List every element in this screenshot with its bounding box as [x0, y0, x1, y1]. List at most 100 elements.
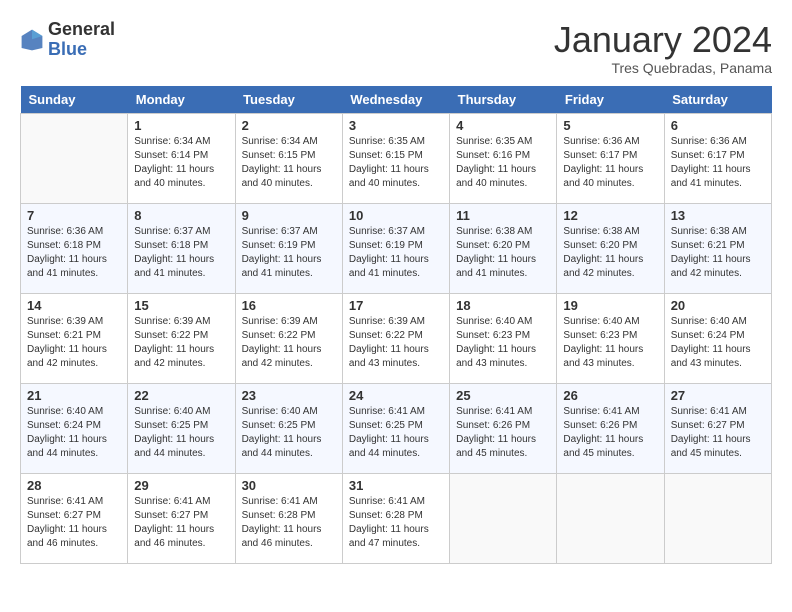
calendar-cell: 13 Sunrise: 6:38 AMSunset: 6:21 PMDayligh… — [664, 203, 771, 293]
logo-icon — [20, 28, 44, 52]
day-info: Sunrise: 6:40 AMSunset: 6:23 PMDaylight:… — [456, 315, 550, 371]
day-number: 13 — [671, 208, 765, 223]
day-info: Sunrise: 6:36 AMSunset: 6:17 PMDaylight:… — [563, 135, 657, 191]
weekday-header-monday: Monday — [128, 86, 235, 114]
calendar-cell: 8 Sunrise: 6:37 AMSunset: 6:18 PMDaylight… — [128, 203, 235, 293]
day-info: Sunrise: 6:35 AMSunset: 6:15 PMDaylight:… — [349, 135, 443, 191]
day-info: Sunrise: 6:39 AMSunset: 6:22 PMDaylight:… — [242, 315, 336, 371]
day-number: 2 — [242, 118, 336, 133]
day-info: Sunrise: 6:35 AMSunset: 6:16 PMDaylight:… — [456, 135, 550, 191]
day-info: Sunrise: 6:36 AMSunset: 6:17 PMDaylight:… — [671, 135, 765, 191]
day-info: Sunrise: 6:38 AMSunset: 6:20 PMDaylight:… — [563, 225, 657, 281]
calendar-cell: 30Sunrise: 6:41 AMSunset: 6:28 PMDayligh… — [235, 473, 342, 563]
day-number: 11 — [456, 208, 550, 223]
day-number: 19 — [563, 298, 657, 313]
day-info: Sunrise: 6:34 AMSunset: 6:15 PMDaylight:… — [242, 135, 336, 191]
page-header: General Blue January 2024 Tres Quebradas… — [20, 20, 772, 76]
day-number: 10 — [349, 208, 443, 223]
calendar-cell: 10 Sunrise: 6:37 AMSunset: 6:19 PMDayligh… — [342, 203, 449, 293]
calendar-cell: 9 Sunrise: 6:37 AMSunset: 6:19 PMDaylight… — [235, 203, 342, 293]
day-number: 8 — [134, 208, 228, 223]
day-info: Sunrise: 6:41 AMSunset: 6:28 PMDaylight:… — [242, 495, 336, 551]
weekday-header-thursday: Thursday — [450, 86, 557, 114]
day-info: Sunrise: 6:37 AMSunset: 6:19 PMDaylight:… — [349, 225, 443, 281]
calendar-cell: 20 Sunrise: 6:40 AMSunset: 6:24 PMDayligh… — [664, 293, 771, 383]
calendar-cell: 25Sunrise: 6:41 AMSunset: 6:26 PMDayligh… — [450, 383, 557, 473]
calendar-cell: 1 Sunrise: 6:34 AMSunset: 6:14 PMDaylight… — [128, 113, 235, 203]
day-info: Sunrise: 6:41 AMSunset: 6:25 PMDaylight:… — [349, 405, 443, 461]
day-number: 31 — [349, 478, 443, 493]
day-number: 3 — [349, 118, 443, 133]
calendar-table: SundayMondayTuesdayWednesdayThursdayFrid… — [20, 86, 772, 564]
day-number: 12 — [563, 208, 657, 223]
day-number: 1 — [134, 118, 228, 133]
day-number: 22 — [134, 388, 228, 403]
title-block: January 2024 Tres Quebradas, Panama — [554, 20, 772, 76]
calendar-cell: 26 Sunrise: 6:41 AMSunset: 6:26 PMDayligh… — [557, 383, 664, 473]
day-info: Sunrise: 6:37 AMSunset: 6:19 PMDaylight:… — [242, 225, 336, 281]
calendar-week-row: 7 Sunrise: 6:36 AMSunset: 6:18 PMDaylight… — [21, 203, 772, 293]
day-info: Sunrise: 6:36 AMSunset: 6:18 PMDaylight:… — [27, 225, 121, 281]
day-info: Sunrise: 6:41 AMSunset: 6:27 PMDaylight:… — [27, 495, 121, 551]
day-number: 20 — [671, 298, 765, 313]
calendar-cell — [664, 473, 771, 563]
calendar-cell: 16 Sunrise: 6:39 AMSunset: 6:22 PMDayligh… — [235, 293, 342, 383]
day-number: 6 — [671, 118, 765, 133]
day-number: 9 — [242, 208, 336, 223]
day-number: 14 — [27, 298, 121, 313]
day-number: 26 — [563, 388, 657, 403]
day-info: Sunrise: 6:40 AMSunset: 6:25 PMDaylight:… — [242, 405, 336, 461]
calendar-cell — [450, 473, 557, 563]
calendar-cell: 6 Sunrise: 6:36 AMSunset: 6:17 PMDaylight… — [664, 113, 771, 203]
calendar-cell: 23 Sunrise: 6:40 AMSunset: 6:25 PMDayligh… — [235, 383, 342, 473]
day-info: Sunrise: 6:41 AMSunset: 6:26 PMDaylight:… — [563, 405, 657, 461]
weekday-header-row: SundayMondayTuesdayWednesdayThursdayFrid… — [21, 86, 772, 114]
weekday-header-sunday: Sunday — [21, 86, 128, 114]
day-number: 24 — [349, 388, 443, 403]
day-number: 23 — [242, 388, 336, 403]
calendar-cell: 29 Sunrise: 6:41 AMSunset: 6:27 PMDayligh… — [128, 473, 235, 563]
day-number: 17 — [349, 298, 443, 313]
calendar-cell: 21 Sunrise: 6:40 AMSunset: 6:24 PMDayligh… — [21, 383, 128, 473]
day-info: Sunrise: 6:41 AMSunset: 6:28 PMDaylight:… — [349, 495, 443, 551]
day-info: Sunrise: 6:34 AMSunset: 6:14 PMDaylight:… — [134, 135, 228, 191]
calendar-cell: 19 Sunrise: 6:40 AMSunset: 6:23 PMDayligh… — [557, 293, 664, 383]
calendar-subtitle: Tres Quebradas, Panama — [554, 60, 772, 76]
day-number: 28 — [27, 478, 121, 493]
weekday-header-wednesday: Wednesday — [342, 86, 449, 114]
calendar-cell — [557, 473, 664, 563]
day-info: Sunrise: 6:40 AMSunset: 6:25 PMDaylight:… — [134, 405, 228, 461]
day-number: 16 — [242, 298, 336, 313]
calendar-cell: 7 Sunrise: 6:36 AMSunset: 6:18 PMDaylight… — [21, 203, 128, 293]
calendar-title: January 2024 — [554, 20, 772, 60]
logo-blue: Blue — [48, 40, 115, 60]
weekday-header-tuesday: Tuesday — [235, 86, 342, 114]
day-number: 15 — [134, 298, 228, 313]
day-number: 21 — [27, 388, 121, 403]
calendar-cell: 2 Sunrise: 6:34 AMSunset: 6:15 PMDaylight… — [235, 113, 342, 203]
day-info: Sunrise: 6:41 AMSunset: 6:27 PMDaylight:… — [671, 405, 765, 461]
day-info: Sunrise: 6:39 AMSunset: 6:21 PMDaylight:… — [27, 315, 121, 371]
day-info: Sunrise: 6:41 AMSunset: 6:27 PMDaylight:… — [134, 495, 228, 551]
calendar-cell: 11Sunrise: 6:38 AMSunset: 6:20 PMDayligh… — [450, 203, 557, 293]
day-number: 29 — [134, 478, 228, 493]
calendar-cell: 27 Sunrise: 6:41 AMSunset: 6:27 PMDayligh… — [664, 383, 771, 473]
day-number: 7 — [27, 208, 121, 223]
calendar-cell: 18 Sunrise: 6:40 AMSunset: 6:23 PMDayligh… — [450, 293, 557, 383]
calendar-cell: 3 Sunrise: 6:35 AMSunset: 6:15 PMDaylight… — [342, 113, 449, 203]
day-info: Sunrise: 6:40 AMSunset: 6:24 PMDaylight:… — [27, 405, 121, 461]
day-info: Sunrise: 6:40 AMSunset: 6:24 PMDaylight:… — [671, 315, 765, 371]
calendar-cell: 14 Sunrise: 6:39 AMSunset: 6:21 PMDayligh… — [21, 293, 128, 383]
calendar-cell: 31 Sunrise: 6:41 AMSunset: 6:28 PMDayligh… — [342, 473, 449, 563]
day-number: 27 — [671, 388, 765, 403]
calendar-cell: 12 Sunrise: 6:38 AMSunset: 6:20 PMDayligh… — [557, 203, 664, 293]
day-info: Sunrise: 6:40 AMSunset: 6:23 PMDaylight:… — [563, 315, 657, 371]
weekday-header-friday: Friday — [557, 86, 664, 114]
day-number: 18 — [456, 298, 550, 313]
logo: General Blue — [20, 20, 115, 60]
day-info: Sunrise: 6:37 AMSunset: 6:18 PMDaylight:… — [134, 225, 228, 281]
day-info: Sunrise: 6:39 AMSunset: 6:22 PMDaylight:… — [349, 315, 443, 371]
day-info: Sunrise: 6:38 AMSunset: 6:21 PMDaylight:… — [671, 225, 765, 281]
day-number: 4 — [456, 118, 550, 133]
day-number: 5 — [563, 118, 657, 133]
